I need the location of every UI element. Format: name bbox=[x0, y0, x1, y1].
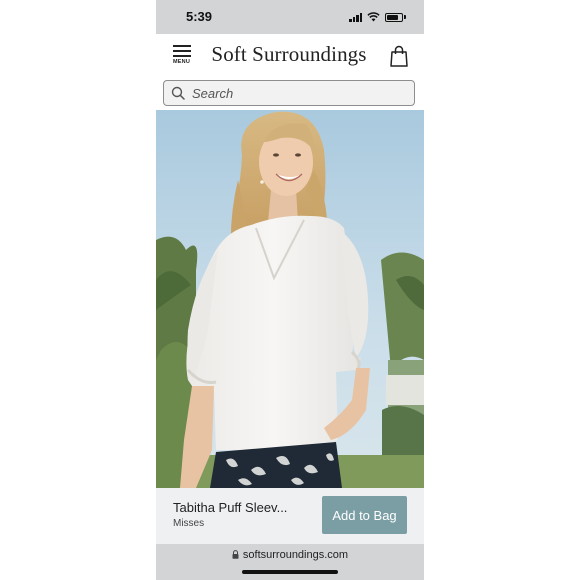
model-photo bbox=[156, 110, 424, 488]
status-icons bbox=[349, 11, 406, 23]
search-input[interactable]: Search bbox=[163, 80, 415, 106]
battery-icon bbox=[385, 12, 403, 22]
product-hero-image[interactable] bbox=[156, 110, 424, 488]
status-time: 5:39 bbox=[186, 9, 213, 24]
hamburger-menu-icon bbox=[173, 45, 191, 47]
status-bar: 5:39 bbox=[156, 0, 424, 34]
battery-cap bbox=[404, 15, 406, 19]
product-name[interactable]: Tabitha Puff Sleev... bbox=[173, 500, 287, 515]
menu-label: MENU bbox=[173, 59, 190, 65]
product-sticky-bar: Tabitha Puff Sleev... Misses Add to Bag bbox=[156, 488, 424, 544]
browser-url-bar[interactable]: softsurroundings.com bbox=[156, 544, 424, 580]
url-text: softsurroundings.com bbox=[242, 549, 349, 561]
site-header: MENU Soft Surroundings bbox=[156, 34, 424, 78]
url-display[interactable]: softsurroundings.com bbox=[156, 549, 424, 561]
menu-button[interactable]: MENU bbox=[173, 45, 193, 69]
wifi-icon bbox=[367, 12, 380, 22]
signal-icon bbox=[349, 12, 362, 22]
home-indicator[interactable] bbox=[242, 570, 338, 574]
shopping-bag-icon[interactable] bbox=[390, 45, 408, 67]
search-icon bbox=[171, 86, 185, 100]
search-placeholder: Search bbox=[192, 86, 234, 101]
brand-logo[interactable]: Soft Surroundings bbox=[208, 42, 370, 67]
phone-screen: 5:39 MENU Soft Surroundings Search Tabit… bbox=[156, 0, 424, 580]
lock-icon bbox=[232, 550, 239, 559]
hamburger-bar bbox=[173, 50, 191, 52]
add-to-bag-button[interactable]: Add to Bag bbox=[322, 496, 407, 534]
hamburger-bar bbox=[173, 55, 191, 57]
product-size-category: Misses bbox=[173, 518, 205, 529]
